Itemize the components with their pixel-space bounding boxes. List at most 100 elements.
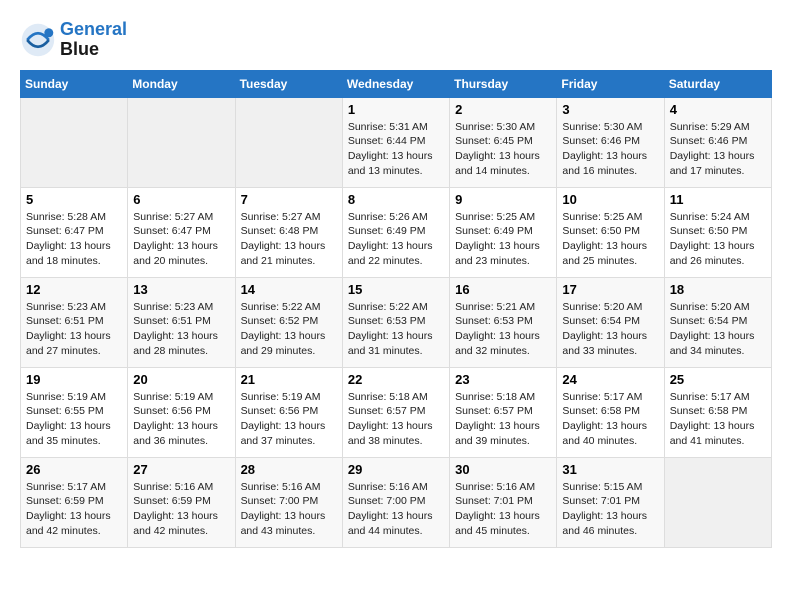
day-info: Sunrise: 5:23 AM Sunset: 6:51 PM Dayligh…: [26, 300, 122, 359]
column-header-wednesday: Wednesday: [342, 70, 449, 97]
week-row-3: 12 Sunrise: 5:23 AM Sunset: 6:51 PM Dayli…: [21, 277, 772, 367]
day-info: Sunrise: 5:17 AM Sunset: 6:59 PM Dayligh…: [26, 480, 122, 539]
day-number: 1: [348, 102, 444, 117]
day-number: 9: [455, 192, 551, 207]
day-number: 7: [241, 192, 337, 207]
day-info: Sunrise: 5:17 AM Sunset: 6:58 PM Dayligh…: [670, 390, 766, 449]
day-info: Sunrise: 5:28 AM Sunset: 6:47 PM Dayligh…: [26, 210, 122, 269]
calendar-cell: 17Sunrise: 5:20 AM Sunset: 6:54 PM Dayli…: [557, 277, 664, 367]
week-row-1: 1 Sunrise: 5:31 AM Sunset: 6:44 PM Daylig…: [21, 97, 772, 187]
day-info: Sunrise: 5:19 AM Sunset: 6:55 PM Dayligh…: [26, 390, 122, 449]
week-row-4: 19 Sunrise: 5:19 AM Sunset: 6:55 PM Dayli…: [21, 367, 772, 457]
calendar-cell: 31 Sunrise: 5:15 AM Sunset: 7:01 PM Dayli…: [557, 457, 664, 547]
day-info: Sunrise: 5:19 AM Sunset: 6:56 PM Dayligh…: [133, 390, 229, 449]
column-header-tuesday: Tuesday: [235, 70, 342, 97]
day-number: 12: [26, 282, 122, 297]
calendar-cell: 3 Sunrise: 5:30 AM Sunset: 6:46 PM Daylig…: [557, 97, 664, 187]
day-number: 16: [455, 282, 551, 297]
column-header-sunday: Sunday: [21, 70, 128, 97]
day-number: 15: [348, 282, 444, 297]
day-info: Sunrise: 5:30 AM Sunset: 6:46 PM Dayligh…: [562, 120, 658, 179]
calendar-cell: 23 Sunrise: 5:18 AM Sunset: 6:57 PM Dayli…: [450, 367, 557, 457]
day-number: 21: [241, 372, 337, 387]
calendar-cell: 15 Sunrise: 5:22 AM Sunset: 6:53 PM Dayli…: [342, 277, 449, 367]
day-number: 29: [348, 462, 444, 477]
calendar-cell: 13Sunrise: 5:23 AM Sunset: 6:51 PM Dayli…: [128, 277, 235, 367]
day-number: 10: [562, 192, 658, 207]
calendar-cell: 25 Sunrise: 5:17 AM Sunset: 6:58 PM Dayli…: [664, 367, 771, 457]
day-info: Sunrise: 5:29 AM Sunset: 6:46 PM Dayligh…: [670, 120, 766, 179]
calendar-cell: 19 Sunrise: 5:19 AM Sunset: 6:55 PM Dayli…: [21, 367, 128, 457]
day-number: 23: [455, 372, 551, 387]
day-number: 19: [26, 372, 122, 387]
day-number: 22: [348, 372, 444, 387]
calendar-table: SundayMondayTuesdayWednesdayThursdayFrid…: [20, 70, 772, 548]
calendar-cell: 14 Sunrise: 5:22 AM Sunset: 6:52 PM Dayli…: [235, 277, 342, 367]
day-number: 13: [133, 282, 229, 297]
logo: General Blue: [20, 20, 127, 60]
day-info: Sunrise: 5:22 AM Sunset: 6:52 PM Dayligh…: [241, 300, 337, 359]
week-row-5: 26Sunrise: 5:17 AM Sunset: 6:59 PM Dayli…: [21, 457, 772, 547]
day-number: 3: [562, 102, 658, 117]
day-number: 31: [562, 462, 658, 477]
day-info: Sunrise: 5:20 AM Sunset: 6:54 PM Dayligh…: [670, 300, 766, 359]
column-header-monday: Monday: [128, 70, 235, 97]
day-info: Sunrise: 5:16 AM Sunset: 7:01 PM Dayligh…: [455, 480, 551, 539]
calendar-cell: 27Sunrise: 5:16 AM Sunset: 6:59 PM Dayli…: [128, 457, 235, 547]
day-number: 18: [670, 282, 766, 297]
calendar-cell: 8Sunrise: 5:26 AM Sunset: 6:49 PM Daylig…: [342, 187, 449, 277]
day-number: 8: [348, 192, 444, 207]
calendar-cell: [235, 97, 342, 187]
day-info: Sunrise: 5:18 AM Sunset: 6:57 PM Dayligh…: [455, 390, 551, 449]
calendar-cell: [664, 457, 771, 547]
day-number: 25: [670, 372, 766, 387]
calendar-cell: 29Sunrise: 5:16 AM Sunset: 7:00 PM Dayli…: [342, 457, 449, 547]
column-header-friday: Friday: [557, 70, 664, 97]
day-number: 14: [241, 282, 337, 297]
calendar-cell: [128, 97, 235, 187]
calendar-cell: 2 Sunrise: 5:30 AM Sunset: 6:45 PM Daylig…: [450, 97, 557, 187]
day-number: 11: [670, 192, 766, 207]
day-info: Sunrise: 5:16 AM Sunset: 6:59 PM Dayligh…: [133, 480, 229, 539]
day-number: 4: [670, 102, 766, 117]
day-info: Sunrise: 5:25 AM Sunset: 6:50 PM Dayligh…: [562, 210, 658, 269]
day-info: Sunrise: 5:31 AM Sunset: 6:44 PM Dayligh…: [348, 120, 444, 179]
calendar-cell: [21, 97, 128, 187]
calendar-cell: 20 Sunrise: 5:19 AM Sunset: 6:56 PM Dayli…: [128, 367, 235, 457]
page-header: General Blue: [20, 20, 772, 60]
calendar-cell: 24 Sunrise: 5:17 AM Sunset: 6:58 PM Dayli…: [557, 367, 664, 457]
day-info: Sunrise: 5:20 AM Sunset: 6:54 PM Dayligh…: [562, 300, 658, 359]
day-number: 20: [133, 372, 229, 387]
day-info: Sunrise: 5:24 AM Sunset: 6:50 PM Dayligh…: [670, 210, 766, 269]
day-number: 5: [26, 192, 122, 207]
day-number: 28: [241, 462, 337, 477]
day-info: Sunrise: 5:18 AM Sunset: 6:57 PM Dayligh…: [348, 390, 444, 449]
calendar-cell: 5 Sunrise: 5:28 AM Sunset: 6:47 PM Daylig…: [21, 187, 128, 277]
day-info: Sunrise: 5:17 AM Sunset: 6:58 PM Dayligh…: [562, 390, 658, 449]
calendar-cell: 10 Sunrise: 5:25 AM Sunset: 6:50 PM Dayli…: [557, 187, 664, 277]
logo-line2: Blue: [60, 40, 127, 60]
week-row-2: 5 Sunrise: 5:28 AM Sunset: 6:47 PM Daylig…: [21, 187, 772, 277]
calendar-cell: 7Sunrise: 5:27 AM Sunset: 6:48 PM Daylig…: [235, 187, 342, 277]
calendar-cell: 22 Sunrise: 5:18 AM Sunset: 6:57 PM Dayli…: [342, 367, 449, 457]
calendar-cell: 1 Sunrise: 5:31 AM Sunset: 6:44 PM Daylig…: [342, 97, 449, 187]
calendar-cell: 30 Sunrise: 5:16 AM Sunset: 7:01 PM Dayli…: [450, 457, 557, 547]
logo-line1: General: [60, 20, 127, 40]
day-info: Sunrise: 5:22 AM Sunset: 6:53 PM Dayligh…: [348, 300, 444, 359]
column-header-saturday: Saturday: [664, 70, 771, 97]
day-info: Sunrise: 5:25 AM Sunset: 6:49 PM Dayligh…: [455, 210, 551, 269]
day-info: Sunrise: 5:30 AM Sunset: 6:45 PM Dayligh…: [455, 120, 551, 179]
calendar-header-row: SundayMondayTuesdayWednesdayThursdayFrid…: [21, 70, 772, 97]
day-number: 30: [455, 462, 551, 477]
calendar-cell: 18 Sunrise: 5:20 AM Sunset: 6:54 PM Dayli…: [664, 277, 771, 367]
calendar-cell: 4 Sunrise: 5:29 AM Sunset: 6:46 PM Daylig…: [664, 97, 771, 187]
day-number: 24: [562, 372, 658, 387]
day-info: Sunrise: 5:15 AM Sunset: 7:01 PM Dayligh…: [562, 480, 658, 539]
day-info: Sunrise: 5:19 AM Sunset: 6:56 PM Dayligh…: [241, 390, 337, 449]
day-number: 2: [455, 102, 551, 117]
calendar-cell: 12 Sunrise: 5:23 AM Sunset: 6:51 PM Dayli…: [21, 277, 128, 367]
logo-icon: [20, 22, 56, 58]
day-info: Sunrise: 5:16 AM Sunset: 7:00 PM Dayligh…: [241, 480, 337, 539]
calendar-cell: 6Sunrise: 5:27 AM Sunset: 6:47 PM Daylig…: [128, 187, 235, 277]
calendar-cell: 26Sunrise: 5:17 AM Sunset: 6:59 PM Dayli…: [21, 457, 128, 547]
